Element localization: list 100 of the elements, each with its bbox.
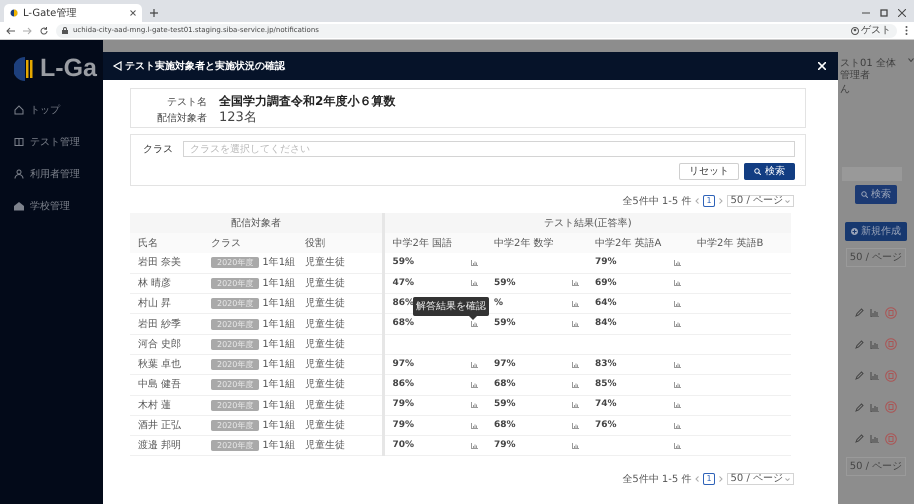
class-select-field[interactable]: クラスを選択してください (183, 141, 795, 157)
delete-icon[interactable] (885, 401, 897, 414)
bar-chart-icon[interactable] (870, 371, 879, 380)
bar-chart-icon[interactable] (471, 321, 478, 328)
bar-chart-icon[interactable] (674, 442, 681, 449)
pencil-icon[interactable] (855, 434, 864, 444)
close-icon[interactable] (130, 10, 136, 16)
chevron-right-icon[interactable] (718, 198, 723, 204)
bar-chart-icon[interactable] (674, 321, 681, 328)
caret-icon (785, 478, 790, 481)
bar-chart-icon[interactable] (471, 382, 478, 388)
score-value: 84% (595, 317, 617, 330)
class-name: 1年1組 (262, 318, 296, 330)
search-button[interactable]: 検索 (744, 163, 795, 180)
delete-icon[interactable] (885, 370, 897, 382)
bar-chart-icon[interactable] (674, 260, 681, 266)
bar-chart-icon[interactable] (572, 422, 579, 429)
house-icon (14, 201, 24, 211)
bar-chart-icon[interactable] (870, 402, 879, 412)
bar-chart-icon[interactable] (674, 300, 681, 307)
per-page-select[interactable]: 50 / ページ (846, 456, 906, 476)
page-button[interactable]: 1 (703, 195, 715, 207)
bar-chart-icon[interactable] (471, 422, 478, 429)
bar-chart-icon[interactable] (572, 442, 579, 449)
board-icon (14, 137, 24, 147)
bar-chart-icon[interactable] (471, 280, 478, 286)
class-name: 1年1組 (262, 420, 296, 432)
pencil-icon[interactable] (855, 402, 864, 412)
bar-chart-icon[interactable] (674, 280, 681, 286)
new-button[interactable]: 新規作成 (845, 222, 907, 241)
close-icon[interactable] (898, 9, 906, 17)
score-value: 79% (595, 256, 617, 270)
bar-chart-icon[interactable] (572, 280, 579, 286)
delete-icon[interactable] (885, 338, 897, 350)
search-button[interactable]: 検索 (855, 185, 897, 204)
name-cell: 渡邉 邦明 (130, 436, 203, 456)
sidebar-item[interactable]: テスト管理 (0, 135, 103, 149)
delete-icon[interactable] (885, 306, 897, 319)
bar-chart-icon[interactable] (471, 402, 478, 408)
score-value: 70% (392, 439, 414, 452)
profile-button[interactable]: ゲスト (850, 23, 891, 38)
pencil-icon[interactable] (855, 308, 864, 318)
chevron-left-icon[interactable] (695, 476, 700, 482)
info-value: 全国学力調査令和2年度小６算数 (219, 93, 396, 110)
back-icon[interactable] (6, 26, 15, 34)
delete-icon[interactable] (885, 432, 897, 445)
chevron-right-icon[interactable] (718, 476, 723, 482)
bar-chart-icon[interactable] (674, 402, 681, 408)
score-value: 68% (494, 378, 516, 392)
bar-chart-icon[interactable] (674, 422, 681, 429)
bar-chart-icon[interactable] (471, 260, 478, 266)
bar-chart-icon[interactable] (572, 300, 579, 307)
pencil-icon[interactable] (855, 340, 864, 349)
per-page-select[interactable]: 50 / ページ (846, 248, 906, 267)
new-tab-icon[interactable] (150, 9, 158, 17)
bar-chart-icon[interactable] (471, 442, 478, 449)
caret-icon[interactable] (908, 58, 914, 62)
year-tag: 2020年度 (211, 278, 260, 289)
sidebar-item[interactable]: 利用者管理 (0, 167, 103, 181)
page-summary: 全5件中 1-5 件 (622, 194, 692, 208)
bar-chart-icon[interactable] (674, 362, 681, 368)
page-summary: 全5件中 1-5 件 (622, 472, 692, 487)
year-tag: 2020年度 (211, 257, 260, 268)
reset-button[interactable]: リセット (679, 163, 739, 180)
name-cell: 木村 蓮 (130, 395, 203, 416)
forward-icon[interactable] (23, 26, 32, 34)
bar-chart-icon[interactable] (572, 402, 579, 408)
maximize-icon[interactable] (880, 9, 888, 17)
bar-chart-icon[interactable] (572, 362, 579, 368)
browser-tab[interactable]: L-Gate管理 (4, 4, 142, 22)
group-header: 配信対象者 (130, 213, 383, 233)
per-page-select[interactable]: 50 / ページ (726, 473, 794, 486)
class-name: 1年1組 (262, 359, 296, 370)
name-cell: 秋葉 卓也 (130, 354, 203, 375)
bar-chart-icon[interactable] (674, 382, 681, 388)
sidebar-item[interactable]: 学校管理 (0, 199, 103, 213)
bar-chart-icon[interactable] (870, 308, 879, 318)
bar-chart-icon[interactable] (572, 321, 579, 328)
bar-chart-icon[interactable] (471, 362, 478, 368)
field-label: クラス (143, 142, 173, 156)
info-label: テスト名 (166, 96, 207, 110)
page-button[interactable]: 1 (703, 473, 715, 486)
bar-chart-icon[interactable] (870, 340, 879, 349)
bar-chart-icon[interactable] (572, 382, 579, 388)
chevron-left-icon[interactable] (695, 198, 700, 204)
bar-chart-icon[interactable] (870, 434, 879, 444)
class-name: 1年1組 (262, 379, 296, 390)
sidebar-item[interactable]: トップ (0, 103, 103, 117)
column-header: 中学2年 英語A (587, 233, 689, 253)
menu-icon[interactable] (905, 26, 908, 35)
class-name: 1年1組 (262, 338, 296, 350)
column-header: 中学2年 英語B (689, 233, 791, 253)
reload-icon[interactable] (40, 26, 48, 34)
name-cell: 岩田 紗季 (130, 314, 203, 334)
name-cell: 中島 健吾 (130, 374, 203, 396)
role-cell: 児童生徒 (297, 436, 383, 456)
name-cell: 村山 昇 (130, 294, 203, 314)
per-page-select[interactable]: 50 / ページ (726, 195, 794, 207)
pencil-icon[interactable] (855, 371, 864, 380)
caret-icon (785, 200, 790, 202)
